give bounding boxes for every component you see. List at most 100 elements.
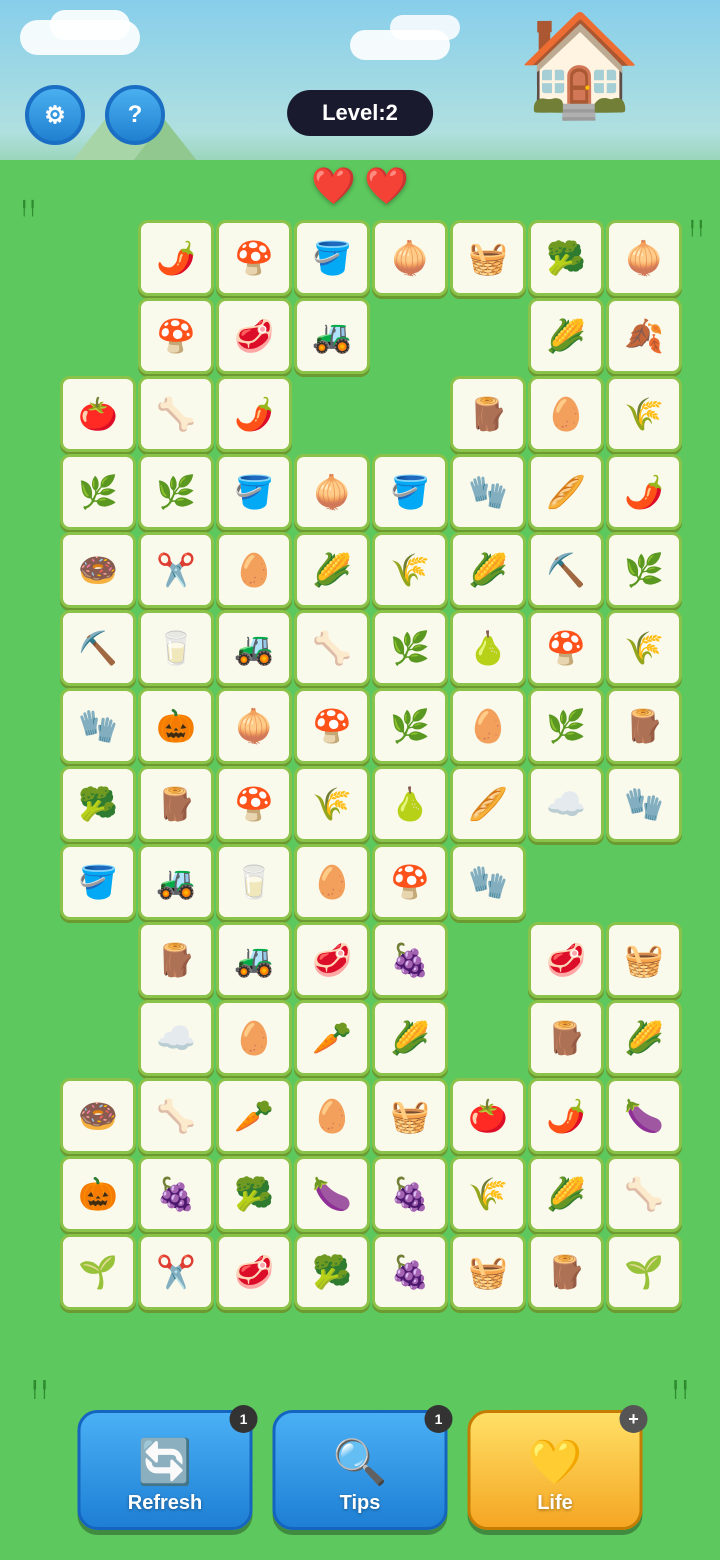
tile[interactable]: 🧤 [60,688,136,764]
tile[interactable]: 🪣 [372,454,448,530]
tile[interactable]: 🧤 [606,766,682,842]
tile[interactable]: 🥩 [528,922,604,998]
tile[interactable]: ☁️ [138,1000,214,1076]
tile[interactable]: 🥖 [450,766,526,842]
help-button[interactable]: ? [105,85,165,145]
tile[interactable]: 🍅 [450,1078,526,1154]
tile[interactable]: 🥩 [216,1234,292,1310]
tile[interactable]: 🌽 [372,1000,448,1076]
tile[interactable]: 🍅 [60,376,136,452]
tile[interactable]: 🥚 [216,532,292,608]
tile[interactable]: 🥛 [216,844,292,920]
tile[interactable]: 🪵 [138,766,214,842]
tile[interactable]: 🌽 [528,1156,604,1232]
tile[interactable]: 🥦 [528,220,604,296]
tile[interactable]: 🍂 [606,298,682,374]
tile[interactable]: 🍇 [138,1156,214,1232]
tile[interactable]: 🧅 [606,220,682,296]
settings-button[interactable]: ⚙ [25,85,85,145]
tile[interactable]: 🧤 [450,844,526,920]
refresh-button[interactable]: 1 🔄 Refresh [78,1410,253,1530]
tile[interactable]: 🌱 [60,1234,136,1310]
tile[interactable]: 🪵 [528,1234,604,1310]
tile[interactable]: 🌽 [450,532,526,608]
tile[interactable]: 🪣 [216,454,292,530]
tile[interactable]: 🚜 [216,922,292,998]
tile[interactable]: 🧅 [372,220,448,296]
tile[interactable]: 🥩 [216,298,292,374]
tile[interactable]: ☁️ [528,766,604,842]
tile[interactable]: 🧅 [216,688,292,764]
tile[interactable]: 🌽 [294,532,370,608]
tile[interactable]: 🪣 [294,220,370,296]
tile[interactable]: 🌽 [528,298,604,374]
tile[interactable]: 🥕 [216,1078,292,1154]
tile[interactable]: 🌿 [60,454,136,530]
tile[interactable]: 🌶️ [216,376,292,452]
tile[interactable]: 🌾 [450,1156,526,1232]
tile[interactable]: 🥖 [528,454,604,530]
tile[interactable]: 🥚 [528,376,604,452]
tile[interactable]: 🍄 [138,298,214,374]
tile[interactable]: 🥦 [60,766,136,842]
tile[interactable]: 🥚 [294,1078,370,1154]
tile[interactable]: 🧺 [372,1078,448,1154]
tile[interactable]: 🦴 [138,376,214,452]
tile[interactable]: 🌿 [138,454,214,530]
tile[interactable]: 🚜 [294,298,370,374]
tile[interactable]: ✂️ [138,1234,214,1310]
tile[interactable]: 🌶️ [138,220,214,296]
tile[interactable]: 🍇 [372,1156,448,1232]
tile[interactable]: 🧅 [294,454,370,530]
tile[interactable]: 🚜 [216,610,292,686]
tile[interactable]: 🍄 [372,844,448,920]
tile[interactable]: 🌶️ [528,1078,604,1154]
tile[interactable]: 🌾 [606,376,682,452]
tile[interactable]: ⛏️ [528,532,604,608]
tile[interactable]: 🪣 [60,844,136,920]
tile[interactable]: 🍩 [60,1078,136,1154]
tile[interactable]: 🍆 [606,1078,682,1154]
tile[interactable]: 🍩 [60,532,136,608]
tips-button[interactable]: 1 🔍 Tips [273,1410,448,1530]
tile[interactable]: 🌾 [372,532,448,608]
tile[interactable]: 🧺 [450,220,526,296]
tile[interactable]: ✂️ [138,532,214,608]
tile[interactable]: 🎃 [60,1156,136,1232]
tile[interactable]: 🦴 [138,1078,214,1154]
tile[interactable]: 🚜 [138,844,214,920]
tile[interactable]: 🎃 [138,688,214,764]
tile[interactable]: 🍄 [216,220,292,296]
tile[interactable]: 🍄 [294,688,370,764]
life-button[interactable]: + 💛 Life [468,1410,643,1530]
tile[interactable]: 🌿 [528,688,604,764]
tile[interactable]: 🌱 [606,1234,682,1310]
tile[interactable]: 🧺 [606,922,682,998]
tile[interactable]: 🪵 [138,922,214,998]
tile[interactable]: 🥚 [216,1000,292,1076]
tile[interactable]: 🍇 [372,922,448,998]
tile[interactable]: 🍄 [216,766,292,842]
tile[interactable]: 🍐 [372,766,448,842]
tile[interactable]: ⛏️ [60,610,136,686]
tile[interactable]: 🧺 [450,1234,526,1310]
tile[interactable]: 🍇 [372,1234,448,1310]
tile[interactable]: 🪵 [528,1000,604,1076]
tile[interactable]: 🌽 [606,1000,682,1076]
tile[interactable]: 🥩 [294,922,370,998]
tile[interactable]: 🥛 [138,610,214,686]
tile[interactable]: 🧤 [450,454,526,530]
tile[interactable]: 🍄 [528,610,604,686]
tile[interactable]: 🍐 [450,610,526,686]
tile[interactable]: 🥦 [294,1234,370,1310]
tile[interactable]: 🌿 [606,532,682,608]
tile[interactable]: 🍆 [294,1156,370,1232]
tile[interactable]: 🥕 [294,1000,370,1076]
tile[interactable]: 🌿 [372,688,448,764]
tile[interactable]: 🌾 [606,610,682,686]
tile[interactable]: 🦴 [606,1156,682,1232]
tile[interactable]: 🥚 [450,688,526,764]
tile[interactable]: 🌾 [294,766,370,842]
tile[interactable]: 🪵 [450,376,526,452]
tile[interactable]: 🪵 [606,688,682,764]
